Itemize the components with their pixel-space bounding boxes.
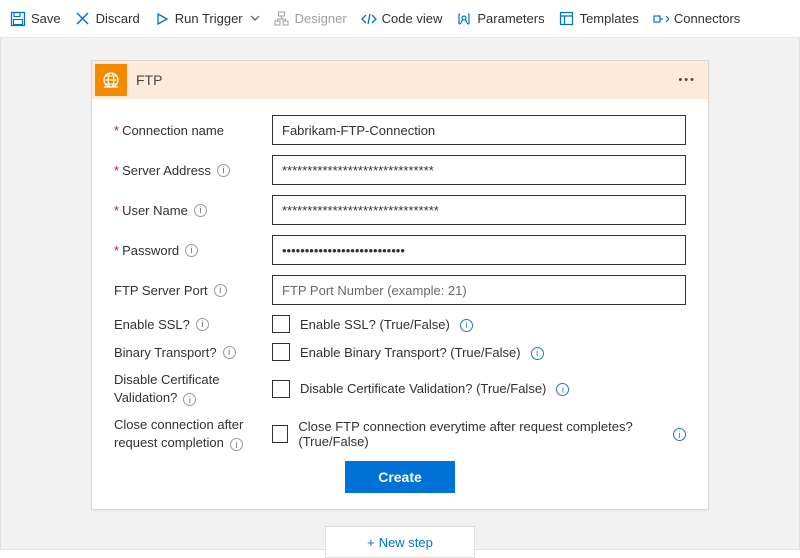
discard-button[interactable]: Discard: [75, 11, 140, 27]
close-connection-checkbox[interactable]: [272, 425, 288, 443]
card-body: *Connection name *Server Addressi *User …: [92, 99, 708, 509]
connectors-icon: [653, 11, 669, 27]
info-icon[interactable]: i: [217, 164, 230, 177]
ftp-card: FTP ••• *Connection name *Server Address…: [91, 60, 709, 510]
ftp-port-input[interactable]: [272, 275, 686, 305]
parameters-button[interactable]: Parameters: [456, 11, 544, 27]
card-header[interactable]: FTP •••: [92, 61, 708, 99]
disable-cert-checkbox[interactable]: [272, 380, 290, 398]
close-connection-check-label: Close FTP connection everytime after req…: [298, 419, 686, 449]
designer-icon: [274, 11, 290, 27]
parameters-icon: [456, 11, 472, 27]
discard-label: Discard: [96, 11, 140, 26]
info-icon[interactable]: i: [460, 319, 473, 332]
templates-button[interactable]: Templates: [559, 11, 639, 27]
info-icon[interactable]: i: [196, 318, 209, 331]
password-input[interactable]: [272, 235, 686, 265]
save-label: Save: [31, 11, 61, 26]
connectors-button[interactable]: Connectors: [653, 11, 740, 27]
info-icon[interactable]: i: [194, 204, 207, 217]
info-icon[interactable]: i: [230, 438, 243, 451]
play-icon: [154, 11, 170, 27]
user-name-label: *User Namei: [114, 203, 272, 218]
card-menu-button[interactable]: •••: [666, 74, 708, 86]
parameters-label: Parameters: [477, 11, 544, 26]
create-button[interactable]: Create: [345, 461, 455, 493]
connection-name-input[interactable]: [272, 115, 686, 145]
templates-icon: [559, 11, 575, 27]
info-icon[interactable]: i: [183, 393, 196, 406]
code-view-label: Code view: [382, 11, 443, 26]
chevron-down-icon: [250, 11, 260, 26]
connectors-label: Connectors: [674, 11, 740, 26]
enable-ssl-check-label: Enable SSL? (True/False)i: [300, 317, 473, 332]
designer-label: Designer: [295, 11, 347, 26]
connection-name-label: *Connection name: [114, 123, 272, 138]
binary-transport-check-label: Enable Binary Transport? (True/False)i: [300, 345, 544, 360]
info-icon[interactable]: i: [673, 428, 686, 441]
binary-transport-checkbox[interactable]: [272, 343, 290, 361]
toolbar: Save Discard Run Trigger Designer Code v…: [0, 0, 800, 38]
save-icon: [10, 11, 26, 27]
run-trigger-label: Run Trigger: [175, 11, 243, 26]
ftp-port-label: FTP Server Porti: [114, 283, 272, 298]
enable-ssl-label: Enable SSL?i: [114, 317, 272, 332]
discard-icon: [75, 11, 91, 27]
info-icon[interactable]: i: [223, 346, 236, 359]
new-step-button[interactable]: + New step: [325, 526, 475, 558]
info-icon[interactable]: i: [214, 284, 227, 297]
binary-transport-label: Binary Transport?i: [114, 345, 272, 360]
plus-icon: +: [367, 535, 375, 550]
server-address-input[interactable]: [272, 155, 686, 185]
enable-ssl-checkbox[interactable]: [272, 315, 290, 333]
disable-cert-check-label: Disable Certificate Validation? (True/Fa…: [300, 381, 569, 396]
close-connection-label: Close connection after request completio…: [114, 416, 272, 451]
run-trigger-button[interactable]: Run Trigger: [154, 11, 260, 27]
workspace: FTP ••• *Connection name *Server Address…: [0, 38, 800, 550]
designer-button: Designer: [274, 11, 347, 27]
password-label: *Passwordi: [114, 243, 272, 258]
info-icon[interactable]: i: [556, 383, 569, 396]
code-view-icon: [361, 11, 377, 27]
info-icon[interactable]: i: [531, 347, 544, 360]
new-step-label: New step: [379, 535, 433, 550]
code-view-button[interactable]: Code view: [361, 11, 443, 27]
save-button[interactable]: Save: [10, 11, 61, 27]
user-name-input[interactable]: [272, 195, 686, 225]
templates-label: Templates: [580, 11, 639, 26]
info-icon[interactable]: i: [185, 244, 198, 257]
ftp-icon: [95, 64, 127, 96]
server-address-label: *Server Addressi: [114, 163, 272, 178]
card-title: FTP: [136, 72, 666, 88]
disable-cert-label: Disable Certificate Validation?i: [114, 371, 272, 406]
